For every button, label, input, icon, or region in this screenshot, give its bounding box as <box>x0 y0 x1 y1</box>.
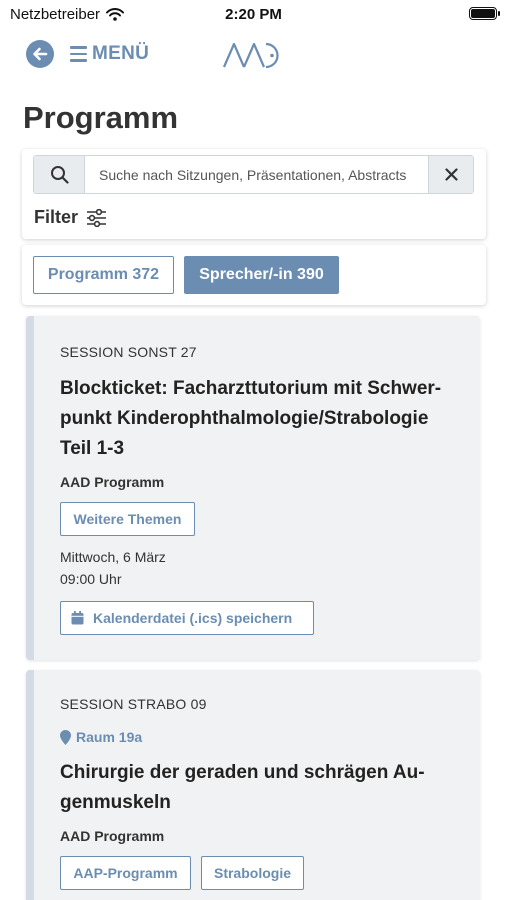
save-calendar-button[interactable]: Kalenderdatei (.ics) speichern <box>60 601 314 635</box>
session-code: SESSION SONST 27 <box>60 344 197 360</box>
session-title[interactable]: Chirurgie der geraden und schrägen Au- g… <box>60 758 470 818</box>
save-calendar-label: Kalenderdatei (.ics) speichern <box>93 610 293 626</box>
tabs-card: Programm 372 Sprecher/-in 390 <box>22 245 486 305</box>
top-navigation: MENÜ <box>26 38 149 70</box>
session-datetime: Mittwoch, 6 März 09:00 Uhr <box>60 546 166 590</box>
session-card[interactable]: SESSION SONST 27 Blockticket: Facharzttu… <box>26 316 480 660</box>
status-time: 2:20 PM <box>225 6 282 23</box>
tab-sprecher[interactable]: Sprecher/-in 390 <box>184 256 339 294</box>
search-icon <box>50 166 69 184</box>
back-button[interactable] <box>26 40 54 68</box>
menu-label: MENÜ <box>92 43 150 64</box>
filter-toggle[interactable]: Filter <box>34 207 107 228</box>
session-title-line: punkt Kinderophthalmologie/Strabologie <box>60 408 429 429</box>
session-room-label: Raum 19a <box>76 729 143 745</box>
session-room: Raum 19a <box>60 729 142 745</box>
aad-logo <box>222 42 279 69</box>
map-pin-icon <box>60 729 71 745</box>
session-title-line: genmuskeln <box>60 792 171 813</box>
status-bar: Netzbetreiber 2:20 PM <box>0 0 507 28</box>
tab-programm[interactable]: Programm 372 <box>33 256 174 294</box>
filter-label: Filter <box>34 207 79 227</box>
session-title-line: Teil 1-3 <box>60 438 125 459</box>
calendar-icon <box>71 611 84 625</box>
hamburger-icon <box>70 46 87 62</box>
close-icon <box>444 168 458 181</box>
search-button[interactable] <box>34 156 85 193</box>
clear-search-button[interactable] <box>428 156 473 193</box>
search-card: Filter <box>22 149 486 239</box>
session-card[interactable]: SESSION STRABO 09 Raum 19a Chirurgie der… <box>26 670 480 900</box>
arrow-left-icon <box>33 47 48 61</box>
session-title[interactable]: Blockticket: Facharzttutorium mit Schwer… <box>60 374 470 464</box>
session-organizer: AAD Programm <box>60 828 165 844</box>
session-title-line: Blockticket: Facharzttutorium mit Schwer… <box>60 378 442 399</box>
tag-strabologie[interactable]: Strabologie <box>201 856 304 890</box>
session-date: Mittwoch, 6 März <box>60 549 166 565</box>
search-input[interactable] <box>85 156 428 193</box>
search-bar <box>33 155 474 194</box>
tag-aap-programm[interactable]: AAP-Programm <box>60 856 191 890</box>
battery-icon <box>469 7 500 20</box>
sliders-icon <box>87 208 107 227</box>
tag-weitere-themen[interactable]: Weitere Themen <box>60 502 195 536</box>
page-title: Programm <box>23 100 179 135</box>
session-time: 09:00 Uhr <box>60 571 122 587</box>
session-organizer: AAD Programm <box>60 474 165 490</box>
session-code: SESSION STRABO 09 <box>60 696 207 712</box>
menu-button[interactable]: MENÜ <box>70 43 149 65</box>
session-title-line: Chirurgie der geraden und schrägen Au- <box>60 762 425 783</box>
